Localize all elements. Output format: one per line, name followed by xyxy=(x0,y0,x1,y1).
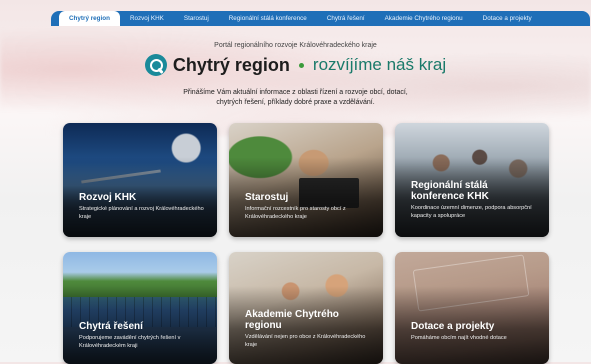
brand-slogan: rozvíjíme náš kraj xyxy=(312,55,447,74)
card-title-line-2: regionu xyxy=(245,320,282,331)
card-title: Akademie Chytrého regionu xyxy=(245,309,339,331)
card-description: Vzdělávání nejen pro obce z Královéhrade… xyxy=(245,334,366,348)
card-description: Podporujeme zavádění chytrých řešení v K… xyxy=(79,335,181,349)
nav-item-rozvoj-khk[interactable]: Rozvoj KHK xyxy=(120,11,174,26)
portal-subtitle: Portál regionálního rozvoje Královéhrade… xyxy=(214,42,377,49)
card-chytra-reseni[interactable]: Chytrá řešení Podporujeme zavádění chytr… xyxy=(63,252,217,364)
card-dotace[interactable]: Dotace a projekty Pomáháme obcím najít v… xyxy=(395,252,549,364)
nav-item-regionalni-konference[interactable]: Regionální stálá konference xyxy=(219,11,317,26)
card-title: Regionální stálá konference KHK xyxy=(411,180,489,202)
nav-item-dotace[interactable]: Dotace a projekty xyxy=(473,11,542,26)
card-title: Dotace a projekty xyxy=(411,321,495,332)
card-description: Koordinace územní dimenze, podpora absor… xyxy=(411,205,532,219)
card-title: Rozvoj KHK xyxy=(79,192,137,203)
card-akademie[interactable]: Akademie Chytrého regionu Vzdělávání nej… xyxy=(229,252,383,364)
card-title: Starostuj xyxy=(245,192,289,203)
nav-item-chytry-region[interactable]: Chytrý region xyxy=(59,11,120,26)
brand-header: Chytrý region rozvíjíme náš kraj xyxy=(0,54,591,76)
nav-item-starostuj[interactable]: Starostuj xyxy=(174,11,219,26)
nav-item-chytra-reseni[interactable]: Chytrá řešení xyxy=(317,11,375,26)
intro-line-2: chytrých řešení, příklady dobré praxe a … xyxy=(216,99,375,106)
card-title-line-2: konference KHK xyxy=(411,191,489,202)
card-title-line-1: Regionální stálá xyxy=(411,180,488,191)
card-description: Informační rozcestník pro starosty obcí … xyxy=(245,206,346,220)
nav-item-akademie[interactable]: Akademie Chytrého regionu xyxy=(375,11,473,26)
card-starostuj[interactable]: Starostuj Informační rozcestník pro star… xyxy=(229,123,383,237)
card-rozvoj-khk[interactable]: Rozvoj KHK Strategické plánování a rozvo… xyxy=(63,123,217,237)
card-description: Pomáháme obcím najít vhodné dotace xyxy=(411,335,507,341)
card-title-line-1: Akademie Chytrého xyxy=(245,309,339,320)
main-navigation: Chytrý region Rozvoj KHK Starostuj Regio… xyxy=(51,11,590,26)
card-regionalni-konference[interactable]: Regionální stálá konference KHK Koordina… xyxy=(395,123,549,237)
intro-line-1: Přinášíme Vám aktuální informace z oblas… xyxy=(183,89,408,96)
intro-text: Přinášíme Vám aktuální informace z oblas… xyxy=(150,88,441,108)
search-magnifier-icon xyxy=(144,54,167,76)
brand-separator-dot xyxy=(298,62,304,68)
brand-name: Chytrý region xyxy=(172,54,290,75)
card-title: Chytrá řešení xyxy=(79,321,143,332)
card-description: Strategické plánování a rozvoj Královéhr… xyxy=(79,206,204,220)
